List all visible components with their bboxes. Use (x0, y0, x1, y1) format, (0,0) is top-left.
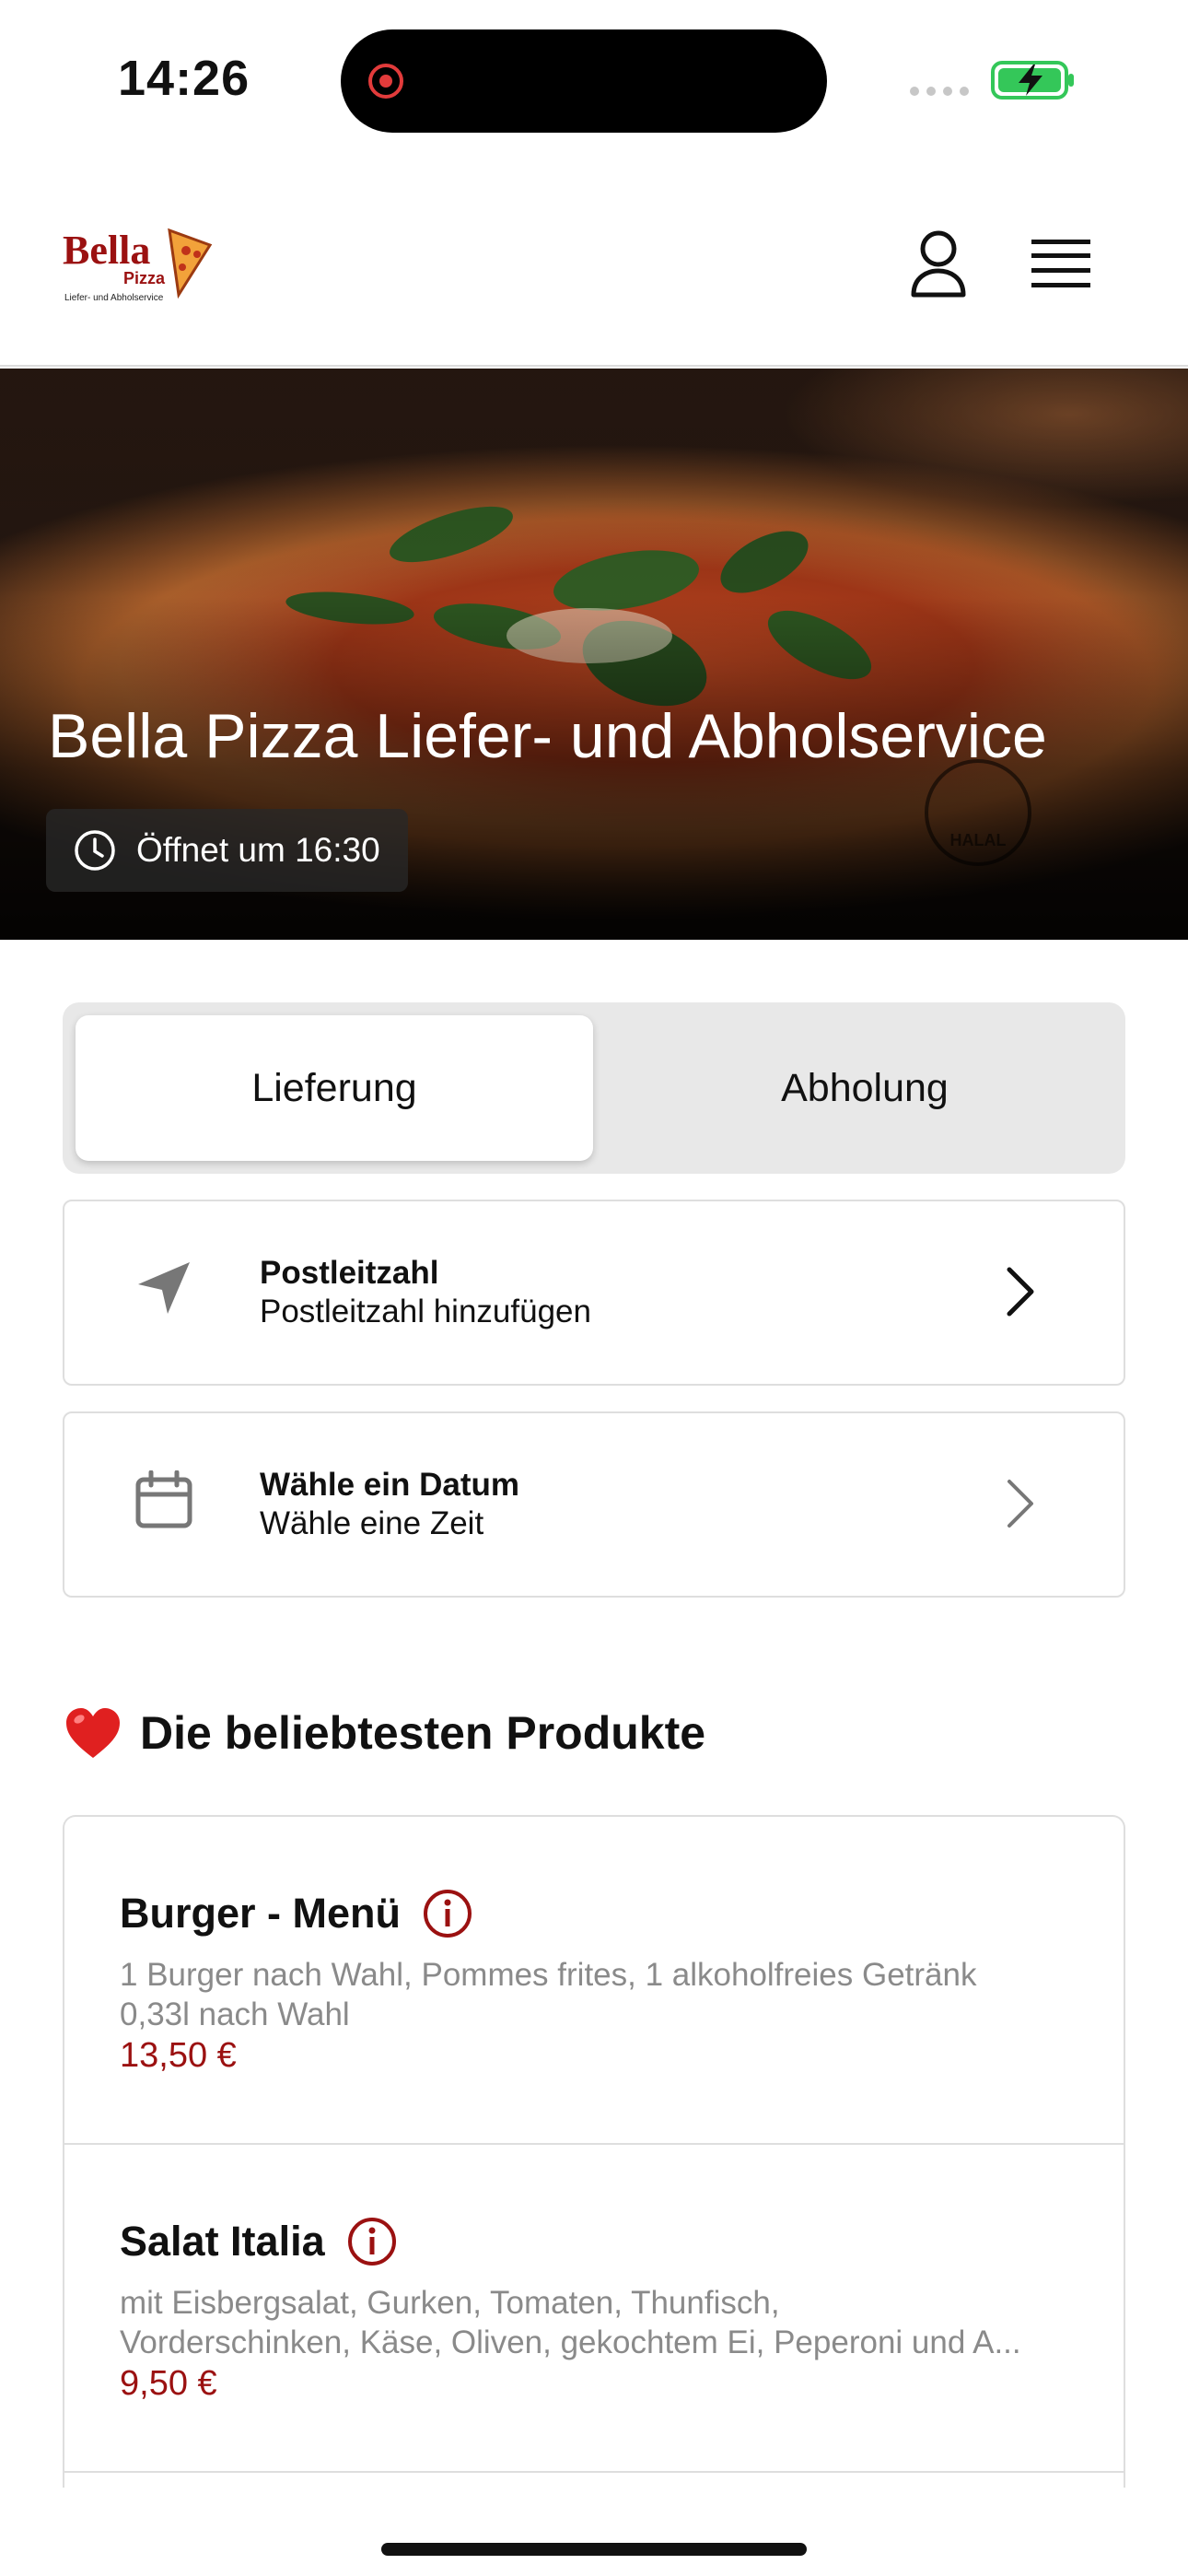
opening-time-badge: Öffnet um 16:30 (46, 809, 408, 892)
bella-pizza-logo[interactable]: Bella Pizza Liefer- und Abholservice (61, 223, 217, 306)
restaurant-name: Bella Pizza Liefer- und Abholservice (48, 701, 1047, 771)
app-header: Bella Pizza Liefer- und Abholservice (0, 157, 1188, 367)
hero-banner: Bella Pizza Liefer- und Abholservice Öff… (0, 369, 1188, 940)
user-account-icon[interactable] (910, 230, 967, 299)
info-icon[interactable] (423, 1889, 472, 1938)
recording-icon (368, 64, 403, 99)
status-bar: 14:26 (0, 0, 1188, 157)
product-description: mit Eisbergsalat, Gurken, Tomaten, Thunf… (120, 2285, 1021, 2360)
postal-code-selector[interactable]: Postleitzahl Postleitzahl hinzufügen (63, 1200, 1125, 1386)
opening-time-text: Öffnet um 16:30 (136, 831, 380, 869)
postal-code-title: Postleitzahl (260, 1255, 439, 1291)
dynamic-island (341, 29, 827, 133)
product-description: 1 Burger nach Wahl, Pommes frites, 1 alk… (120, 1957, 977, 2032)
popular-products-heading: Die beliebtesten Produkte (64, 1706, 705, 1760)
home-indicator[interactable] (381, 2543, 807, 2556)
hamburger-menu-icon[interactable] (1031, 238, 1090, 289)
svg-text:Liefer- und Abholservice: Liefer- und Abholservice (64, 293, 164, 303)
product-price: 9,50 € (120, 2364, 217, 2403)
date-time-selector[interactable]: Wähle ein Datum Wähle eine Zeit (63, 1411, 1125, 1598)
section-title-text: Die beliebtesten Produkte (140, 1707, 706, 1759)
order-mode-toggle: Lieferung Abholung (63, 1002, 1125, 1174)
status-time: 14:26 (118, 51, 250, 106)
svg-text:Bella: Bella (63, 228, 150, 273)
postal-code-subtitle: Postleitzahl hinzufügen (260, 1294, 591, 1329)
info-icon[interactable] (347, 2217, 397, 2266)
signal-icon (910, 87, 969, 96)
battery-charging-icon (991, 61, 1074, 100)
tab-lieferung[interactable]: Lieferung (76, 1015, 593, 1161)
location-arrow-icon (138, 1262, 190, 1314)
product-card[interactable]: Salat Italia mit Eisbergsalat, Gurken, T… (64, 2145, 1124, 2473)
product-name-row: Burger - Menü (120, 1889, 472, 1938)
product-price: 13,50 € (120, 2036, 237, 2075)
product-name: Salat Italia (120, 2218, 325, 2265)
heart-icon (66, 1708, 120, 1758)
time-subtitle: Wähle eine Zeit (260, 1505, 484, 1541)
product-list: Burger - Menü 1 Burger nach Wahl, Pommes… (63, 1815, 1125, 2488)
calendar-icon (135, 1470, 192, 1528)
clock-icon (75, 830, 115, 871)
chevron-right-icon (1007, 1480, 1033, 1528)
svg-text:Pizza: Pizza (123, 269, 166, 287)
halal-badge: HALAL (925, 759, 1031, 866)
product-card[interactable]: Burger - Menü 1 Burger nach Wahl, Pommes… (64, 1817, 1124, 2145)
tab-abholung[interactable]: Abholung (606, 1015, 1124, 1161)
date-title: Wähle ein Datum (260, 1467, 519, 1503)
chevron-right-icon (1007, 1267, 1034, 1317)
product-name: Burger - Menü (120, 1890, 402, 1937)
product-name-row: Salat Italia (120, 2217, 397, 2266)
